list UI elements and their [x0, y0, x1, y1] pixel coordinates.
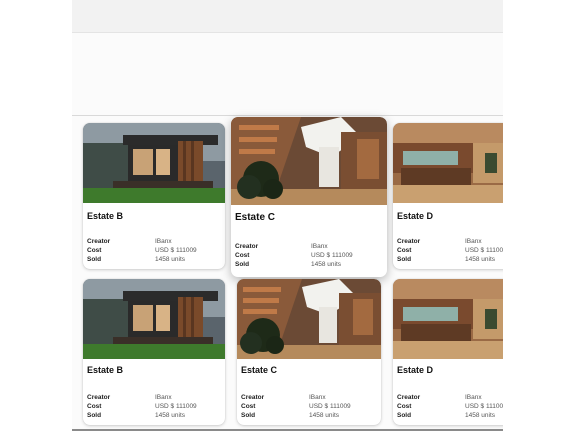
estate-card[interactable]: Estate C Creator IBanx Cost USD $ 111009 S…: [231, 117, 387, 277]
estate-card[interactable]: Estate D Creator IBanx Cost USD $ 11100 So…: [393, 279, 503, 425]
sold-value: 1458 units: [155, 412, 185, 419]
sold-label: Sold: [397, 256, 412, 263]
estate-thumbnail[interactable]: [393, 279, 503, 359]
creator-value: IBanx: [465, 394, 482, 401]
creator-label: Creator: [397, 394, 421, 401]
estate-details: Creator IBanx Cost USD $ 11100 Sold 1458 un…: [397, 237, 503, 264]
creator-row: Creator IBanx: [397, 237, 503, 246]
cost-label: Cost: [235, 252, 250, 259]
cost-label: Cost: [397, 403, 412, 410]
sold-value: 1458 units: [465, 256, 495, 263]
creator-row: Creator IBanx: [241, 393, 377, 402]
cost-value: USD $ 111009: [309, 403, 351, 410]
estate-thumbnail[interactable]: [231, 117, 387, 205]
creator-row: Creator IBanx: [87, 237, 221, 246]
sold-value: 1458 units: [311, 261, 341, 268]
creator-value: IBanx: [155, 238, 172, 245]
cost-value: USD $ 11100: [465, 247, 503, 254]
sold-row: Sold 1458 units: [87, 255, 221, 264]
estate-title: Estate D: [397, 211, 434, 221]
cost-label: Cost: [87, 403, 102, 410]
cost-label: Cost: [87, 247, 102, 254]
top-bar: [72, 0, 503, 33]
estate-title: Estate B: [87, 211, 124, 221]
cost-value: USD $ 111009: [311, 252, 353, 259]
sold-label: Sold: [235, 261, 250, 268]
creator-label: Creator: [87, 238, 111, 245]
sold-value: 1458 units: [309, 412, 339, 419]
estate-card[interactable]: Estate B Creator IBanx Cost USD $ 111009 S…: [83, 123, 225, 269]
sold-label: Sold: [87, 412, 102, 419]
creator-value: IBanx: [311, 243, 328, 250]
creator-label: Creator: [397, 238, 421, 245]
sold-row: Sold 1458 units: [397, 411, 503, 420]
estate-card[interactable]: Estate D Creator IBanx Cost USD $ 11100 So…: [393, 123, 503, 269]
sold-label: Sold: [397, 412, 412, 419]
creator-value: IBanx: [155, 394, 172, 401]
estate-details: Creator IBanx Cost USD $ 111009 Sold 1458 u…: [235, 242, 383, 269]
estate-title: Estate D: [397, 365, 434, 375]
estate-details: Creator IBanx Cost USD $ 111009 Sold 1458 u…: [87, 237, 221, 264]
creator-label: Creator: [87, 394, 111, 401]
cost-value: USD $ 111009: [155, 247, 197, 254]
sold-row: Sold 1458 units: [241, 411, 377, 420]
creator-row: Creator IBanx: [397, 393, 503, 402]
cost-row: Cost USD $ 111009: [235, 251, 383, 260]
sold-value: 1458 units: [155, 256, 185, 263]
sold-label: Sold: [241, 412, 256, 419]
cost-row: Cost USD $ 111009: [87, 402, 221, 411]
estate-card[interactable]: Estate C Creator IBanx Cost USD $ 111009 S…: [237, 279, 381, 425]
estate-title: Estate B: [87, 365, 124, 375]
app-frame: Estate B Creator IBanx Cost USD $ 111009 S…: [72, 0, 503, 431]
estate-details: Creator IBanx Cost USD $ 111009 Sold 1458 u…: [87, 393, 221, 420]
estate-thumbnail[interactable]: [393, 123, 503, 203]
estate-title: Estate C: [235, 212, 276, 223]
cost-value: USD $ 11100: [465, 403, 503, 410]
cost-label: Cost: [397, 247, 412, 254]
creator-label: Creator: [235, 243, 259, 250]
estate-thumbnail[interactable]: [83, 123, 225, 203]
cost-row: Cost USD $ 11100: [397, 246, 503, 255]
creator-row: Creator IBanx: [235, 242, 383, 251]
estate-title: Estate C: [241, 365, 278, 375]
sold-row: Sold 1458 units: [235, 260, 383, 269]
sold-label: Sold: [87, 256, 102, 263]
sold-value: 1458 units: [465, 412, 495, 419]
cost-row: Cost USD $ 11100: [397, 402, 503, 411]
sold-row: Sold 1458 units: [87, 411, 221, 420]
estate-thumbnail[interactable]: [237, 279, 381, 359]
section-divider: [72, 115, 503, 116]
creator-value: IBanx: [309, 394, 326, 401]
creator-value: IBanx: [465, 238, 482, 245]
estate-thumbnail[interactable]: [83, 279, 225, 359]
estate-details: Creator IBanx Cost USD $ 11100 Sold 1458 un…: [397, 393, 503, 420]
creator-label: Creator: [241, 394, 265, 401]
sold-row: Sold 1458 units: [397, 255, 503, 264]
estate-card[interactable]: Estate B Creator IBanx Cost USD $ 111009 S…: [83, 279, 225, 425]
cost-value: USD $ 111009: [155, 403, 197, 410]
creator-row: Creator IBanx: [87, 393, 221, 402]
estate-details: Creator IBanx Cost USD $ 111009 Sold 1458 u…: [241, 393, 377, 420]
cost-row: Cost USD $ 111009: [241, 402, 377, 411]
cost-row: Cost USD $ 111009: [87, 246, 221, 255]
cost-label: Cost: [241, 403, 256, 410]
